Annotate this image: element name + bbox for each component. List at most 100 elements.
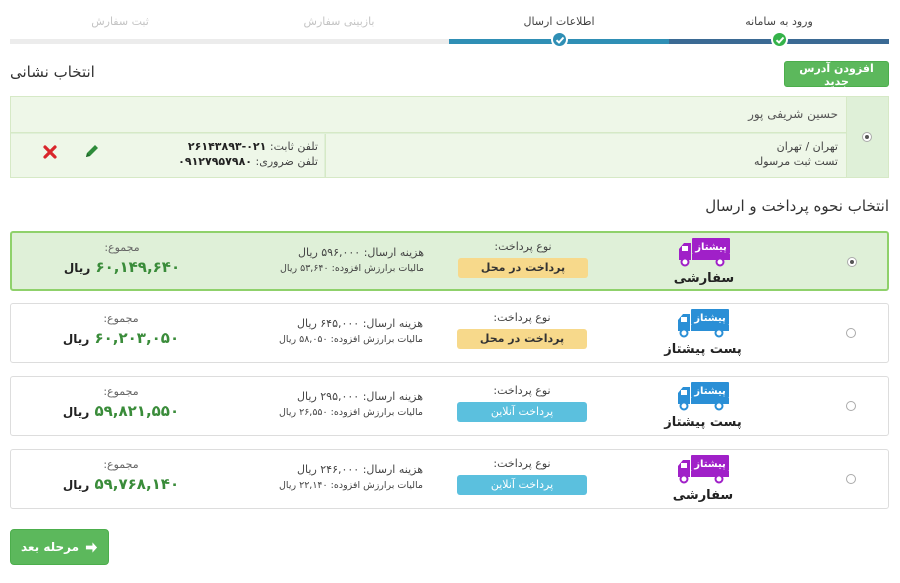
next-step-button[interactable]: مرحله بعد <box>10 529 109 565</box>
order-total-value: ۵۹,۸۲۱,۵۵۰ ریال <box>61 399 181 424</box>
order-total-amount: ۵۹,۷۶۸,۱۴۰ <box>94 475 180 493</box>
shipping-cost: هزینه ارسال: ۲۴۶,۰۰۰ ریال مالیات برارزش ا… <box>273 462 423 493</box>
step-label: ورود به سامانه <box>745 15 813 28</box>
order-total-value: ۶۰,۲۰۳,۰۵۰ ریال <box>61 326 181 351</box>
order-total-label: مجموع: <box>103 312 139 325</box>
step-review-order: بازبینی سفارش <box>229 0 449 50</box>
add-address-button[interactable]: افزودن آدرس جدید <box>784 61 889 88</box>
courier-logo: پیشتاز پست پیشتاز <box>663 381 743 435</box>
payment-type: نوع پرداخت: پرداخت آنلاین <box>457 384 587 422</box>
courier-name: سفارشی <box>672 488 734 503</box>
address-note: تست ثبت مرسوله <box>754 155 838 168</box>
shipping-option[interactable]: پیشتاز سفارشی نوع پرداخت: پرداخت در محل هزین… <box>10 231 889 291</box>
courier-logo-text: پیشتاز <box>693 313 726 324</box>
mobile-row: تلفن ضروری: ۰۹۱۲۷۹۵۷۹۸۰ <box>161 154 318 169</box>
address-phones: تلفن ثابت: ۰۲۱-۲۶۱۴۳۸۹۳ تلفن ضروری: ۰۹۱۲… <box>160 134 324 177</box>
address-recipient-name: حسین شریفی پور <box>11 97 846 133</box>
shipping-cost: هزینه ارسال: ۵۹۶,۰۰۰ ریال مالیات برارزش ا… <box>274 245 424 276</box>
payment-type-label: نوع پرداخت: <box>493 457 551 470</box>
step-label: بازبینی سفارش <box>303 15 375 28</box>
courier-logo-text: پیشتاز <box>694 242 727 253</box>
shipping-option-radio[interactable] <box>846 474 856 484</box>
next-step-label: مرحله بعد <box>20 540 80 554</box>
courier-logo: پیشتاز پست پیشتاز <box>663 308 743 362</box>
order-total-amount: ۶۰,۲۰۳,۰۵۰ <box>94 329 180 347</box>
vat-value: مالیات برارزش افزوده: ۲۶,۵۵۰ ریال <box>279 407 423 418</box>
step-progress-bar <box>229 39 449 44</box>
payment-method-badge: پرداخت در محل <box>457 329 587 349</box>
shipping-option[interactable]: پیشتاز پست پیشتاز نوع پرداخت: پرداخت آنلاین… <box>10 376 889 436</box>
shipping-cost: هزینه ارسال: ۲۹۵,۰۰۰ ریال مالیات برارزش ا… <box>273 389 423 420</box>
payment-method-badge: پرداخت آنلاین <box>457 402 587 422</box>
address-radio-cell <box>846 97 888 177</box>
shipping-cost-value: هزینه ارسال: ۵۹۶,۰۰۰ ریال <box>298 246 424 259</box>
address-actions <box>11 134 161 177</box>
order-total: مجموع: ۶۰,۲۰۳,۰۵۰ ریال <box>61 312 181 351</box>
address-section-title: انتخاب نشانی <box>10 63 95 81</box>
currency-unit: ریال <box>62 332 90 346</box>
shipping-cost-value: هزینه ارسال: ۲۴۶,۰۰۰ ریال <box>297 463 423 476</box>
address-radio[interactable] <box>862 132 872 142</box>
address-details: تهران / تهران تست ثبت مرسوله <box>325 134 846 177</box>
landline-number: ۰۲۱-۲۶۱۴۳۸۹۳ <box>187 140 267 153</box>
payment-type-label: نوع پرداخت: <box>493 384 551 397</box>
mobile-label: تلفن ضروری: <box>255 155 319 168</box>
step-label: اطلاعات ارسال <box>523 15 595 28</box>
truck-icon: پیشتاز <box>679 238 730 267</box>
currency-unit: ریال <box>62 478 90 492</box>
truck-icon: پیشتاز <box>678 382 729 411</box>
check-icon <box>771 31 788 48</box>
truck-icon: پیشتاز <box>678 309 729 338</box>
payment-method-badge: پرداخت آنلاین <box>457 475 587 495</box>
payment-type: نوع پرداخت: پرداخت در محل <box>457 311 587 349</box>
payment-type: نوع پرداخت: پرداخت آنلاین <box>457 457 587 495</box>
checkout-stepper: ورود به سامانه اطلاعات ارسال بازبینی سفا… <box>10 0 889 50</box>
shipping-option-radio[interactable] <box>847 257 857 267</box>
courier-logo-text: پیشتاز <box>693 386 726 397</box>
step-shipping-info: اطلاعات ارسال <box>449 0 669 50</box>
check-icon <box>551 31 568 48</box>
courier-logo: پیشتاز سفارشی <box>663 454 743 508</box>
order-total-label: مجموع: <box>103 385 139 398</box>
landline-label: تلفن ثابت: <box>269 140 318 153</box>
shipping-option-radio[interactable] <box>846 328 856 338</box>
courier-name: سفارشی <box>673 271 735 286</box>
order-total: مجموع: ۶۰,۱۴۹,۶۴۰ ریال <box>62 241 182 280</box>
arrow-right-icon <box>85 541 98 553</box>
shipping-section-title: انتخاب نحوه پرداخت و ارسال <box>705 197 889 215</box>
shipping-cost-value: هزینه ارسال: ۶۴۵,۰۰۰ ریال <box>297 317 423 330</box>
courier-name: پست پیشتاز <box>664 342 742 357</box>
vat-value: مالیات برارزش افزوده: ۵۸,۰۵۰ ریال <box>279 334 423 345</box>
pencil-icon[interactable] <box>83 143 100 160</box>
address-card[interactable]: حسین شریفی پور تهران / تهران تست ثبت مرس… <box>10 96 889 178</box>
courier-logo: پیشتاز سفارشی <box>664 237 744 291</box>
currency-unit: ریال <box>62 405 90 419</box>
order-total-amount: ۵۹,۸۲۱,۵۵۰ <box>94 402 180 420</box>
order-total-value: ۵۹,۷۶۸,۱۴۰ ریال <box>61 472 181 497</box>
courier-logo-text: پیشتاز <box>693 459 726 470</box>
payment-method-badge: پرداخت در محل <box>458 258 588 278</box>
order-total-amount: ۶۰,۱۴۹,۶۴۰ <box>95 258 181 276</box>
vat-value: مالیات برارزش افزوده: ۵۳,۶۴۰ ریال <box>280 263 424 274</box>
shipping-option-radio[interactable] <box>846 401 856 411</box>
truck-icon: پیشتاز <box>678 455 729 484</box>
payment-type: نوع پرداخت: پرداخت در محل <box>458 240 588 278</box>
shipping-cost: هزینه ارسال: ۶۴۵,۰۰۰ ریال مالیات برارزش ا… <box>273 316 423 347</box>
currency-unit: ریال <box>63 261 91 275</box>
order-total-label: مجموع: <box>103 458 139 471</box>
order-total: مجموع: ۵۹,۷۶۸,۱۴۰ ریال <box>61 458 181 497</box>
step-submit-order: ثبت سفارش <box>10 0 230 50</box>
payment-type-label: نوع پرداخت: <box>494 240 552 253</box>
shipping-cost-value: هزینه ارسال: ۲۹۵,۰۰۰ ریال <box>297 390 423 403</box>
vat-value: مالیات برارزش افزوده: ۲۲,۱۴۰ ریال <box>279 480 423 491</box>
close-icon[interactable] <box>42 144 58 160</box>
order-total-label: مجموع: <box>104 241 140 254</box>
order-total-value: ۶۰,۱۴۹,۶۴۰ ریال <box>62 255 182 280</box>
shipping-option[interactable]: پیشتاز پست پیشتاز نوع پرداخت: پرداخت در محل… <box>10 303 889 363</box>
shipping-option[interactable]: پیشتاز سفارشی نوع پرداخت: پرداخت آنلاین هزین… <box>10 449 889 509</box>
step-label: ثبت سفارش <box>91 15 149 28</box>
step-progress-bar <box>10 39 230 44</box>
mobile-number: ۰۹۱۲۷۹۵۷۹۸۰ <box>178 155 252 168</box>
step-login: ورود به سامانه <box>669 0 889 50</box>
address-city: تهران / تهران <box>776 140 838 153</box>
